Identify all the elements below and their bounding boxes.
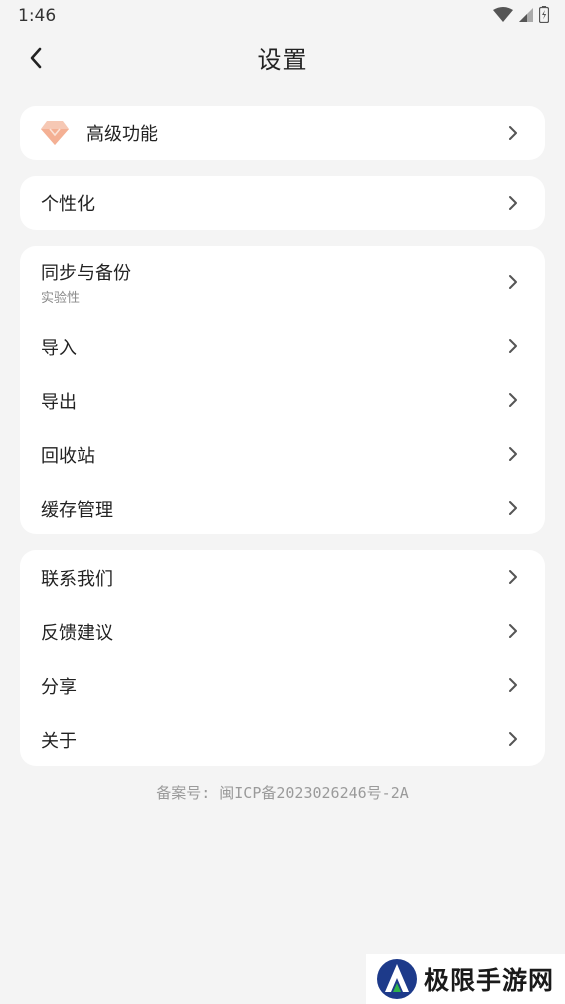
- wifi-icon: [493, 6, 513, 22]
- personalize-card: 个性化: [20, 176, 545, 230]
- chevron-right-icon: [509, 393, 517, 407]
- icp-record-link[interactable]: 备案号: 闽ICP备2023026246号-2A: [0, 782, 565, 803]
- status-bar: 1:46: [0, 0, 565, 32]
- sync-backup-sublabel: 实验性: [41, 291, 81, 306]
- feedback-label: 反馈建议: [41, 623, 113, 644]
- chevron-right-icon: [509, 196, 517, 210]
- about-row[interactable]: 关于: [20, 712, 545, 766]
- diamond-icon: [41, 121, 69, 145]
- export-row[interactable]: 导出: [20, 372, 545, 426]
- share-row[interactable]: 分享: [20, 658, 545, 712]
- chevron-right-icon: [509, 678, 517, 692]
- chevron-right-icon: [509, 275, 517, 289]
- status-icons: [493, 6, 549, 23]
- battery-icon: [539, 6, 549, 23]
- chevron-right-icon: [509, 624, 517, 638]
- status-time: 1:46: [18, 6, 57, 26]
- import-row[interactable]: 导入: [20, 318, 545, 372]
- data-group-card: 同步与备份 实验性 导入 导出 回收站 缓存管理: [20, 246, 545, 534]
- chevron-right-icon: [509, 570, 517, 584]
- watermark: 极限手游网: [366, 954, 565, 1004]
- about-label: 关于: [41, 731, 77, 752]
- signal-icon: [519, 7, 533, 22]
- contact-us-row[interactable]: 联系我们: [20, 550, 545, 604]
- personalize-row[interactable]: 个性化: [20, 176, 545, 230]
- cache-management-row[interactable]: 缓存管理: [20, 480, 545, 534]
- recycle-bin-label: 回收站: [41, 446, 95, 467]
- chevron-right-icon: [509, 501, 517, 515]
- contact-us-label: 联系我们: [41, 569, 113, 590]
- share-label: 分享: [41, 677, 77, 698]
- watermark-logo-icon: [377, 959, 417, 999]
- feedback-row[interactable]: 反馈建议: [20, 604, 545, 658]
- watermark-text: 极限手游网: [424, 966, 555, 995]
- about-group-card: 联系我们 反馈建议 分享 关于: [20, 550, 545, 766]
- sync-backup-label: 同步与备份: [41, 263, 131, 284]
- premium-row[interactable]: 高级功能: [20, 106, 545, 160]
- page-title: 设置: [257, 46, 308, 74]
- chevron-right-icon: [509, 447, 517, 461]
- chevron-right-icon: [509, 339, 517, 353]
- premium-label: 高级功能: [86, 124, 158, 145]
- chevron-right-icon: [509, 732, 517, 746]
- export-label: 导出: [41, 392, 77, 413]
- sync-backup-row[interactable]: 同步与备份 实验性: [20, 246, 545, 318]
- personalize-label: 个性化: [41, 194, 95, 215]
- import-label: 导入: [41, 338, 77, 359]
- header: 设置: [0, 32, 565, 88]
- chevron-right-icon: [509, 126, 517, 140]
- recycle-bin-row[interactable]: 回收站: [20, 426, 545, 480]
- premium-card: 高级功能: [20, 106, 545, 160]
- cache-management-label: 缓存管理: [41, 500, 113, 521]
